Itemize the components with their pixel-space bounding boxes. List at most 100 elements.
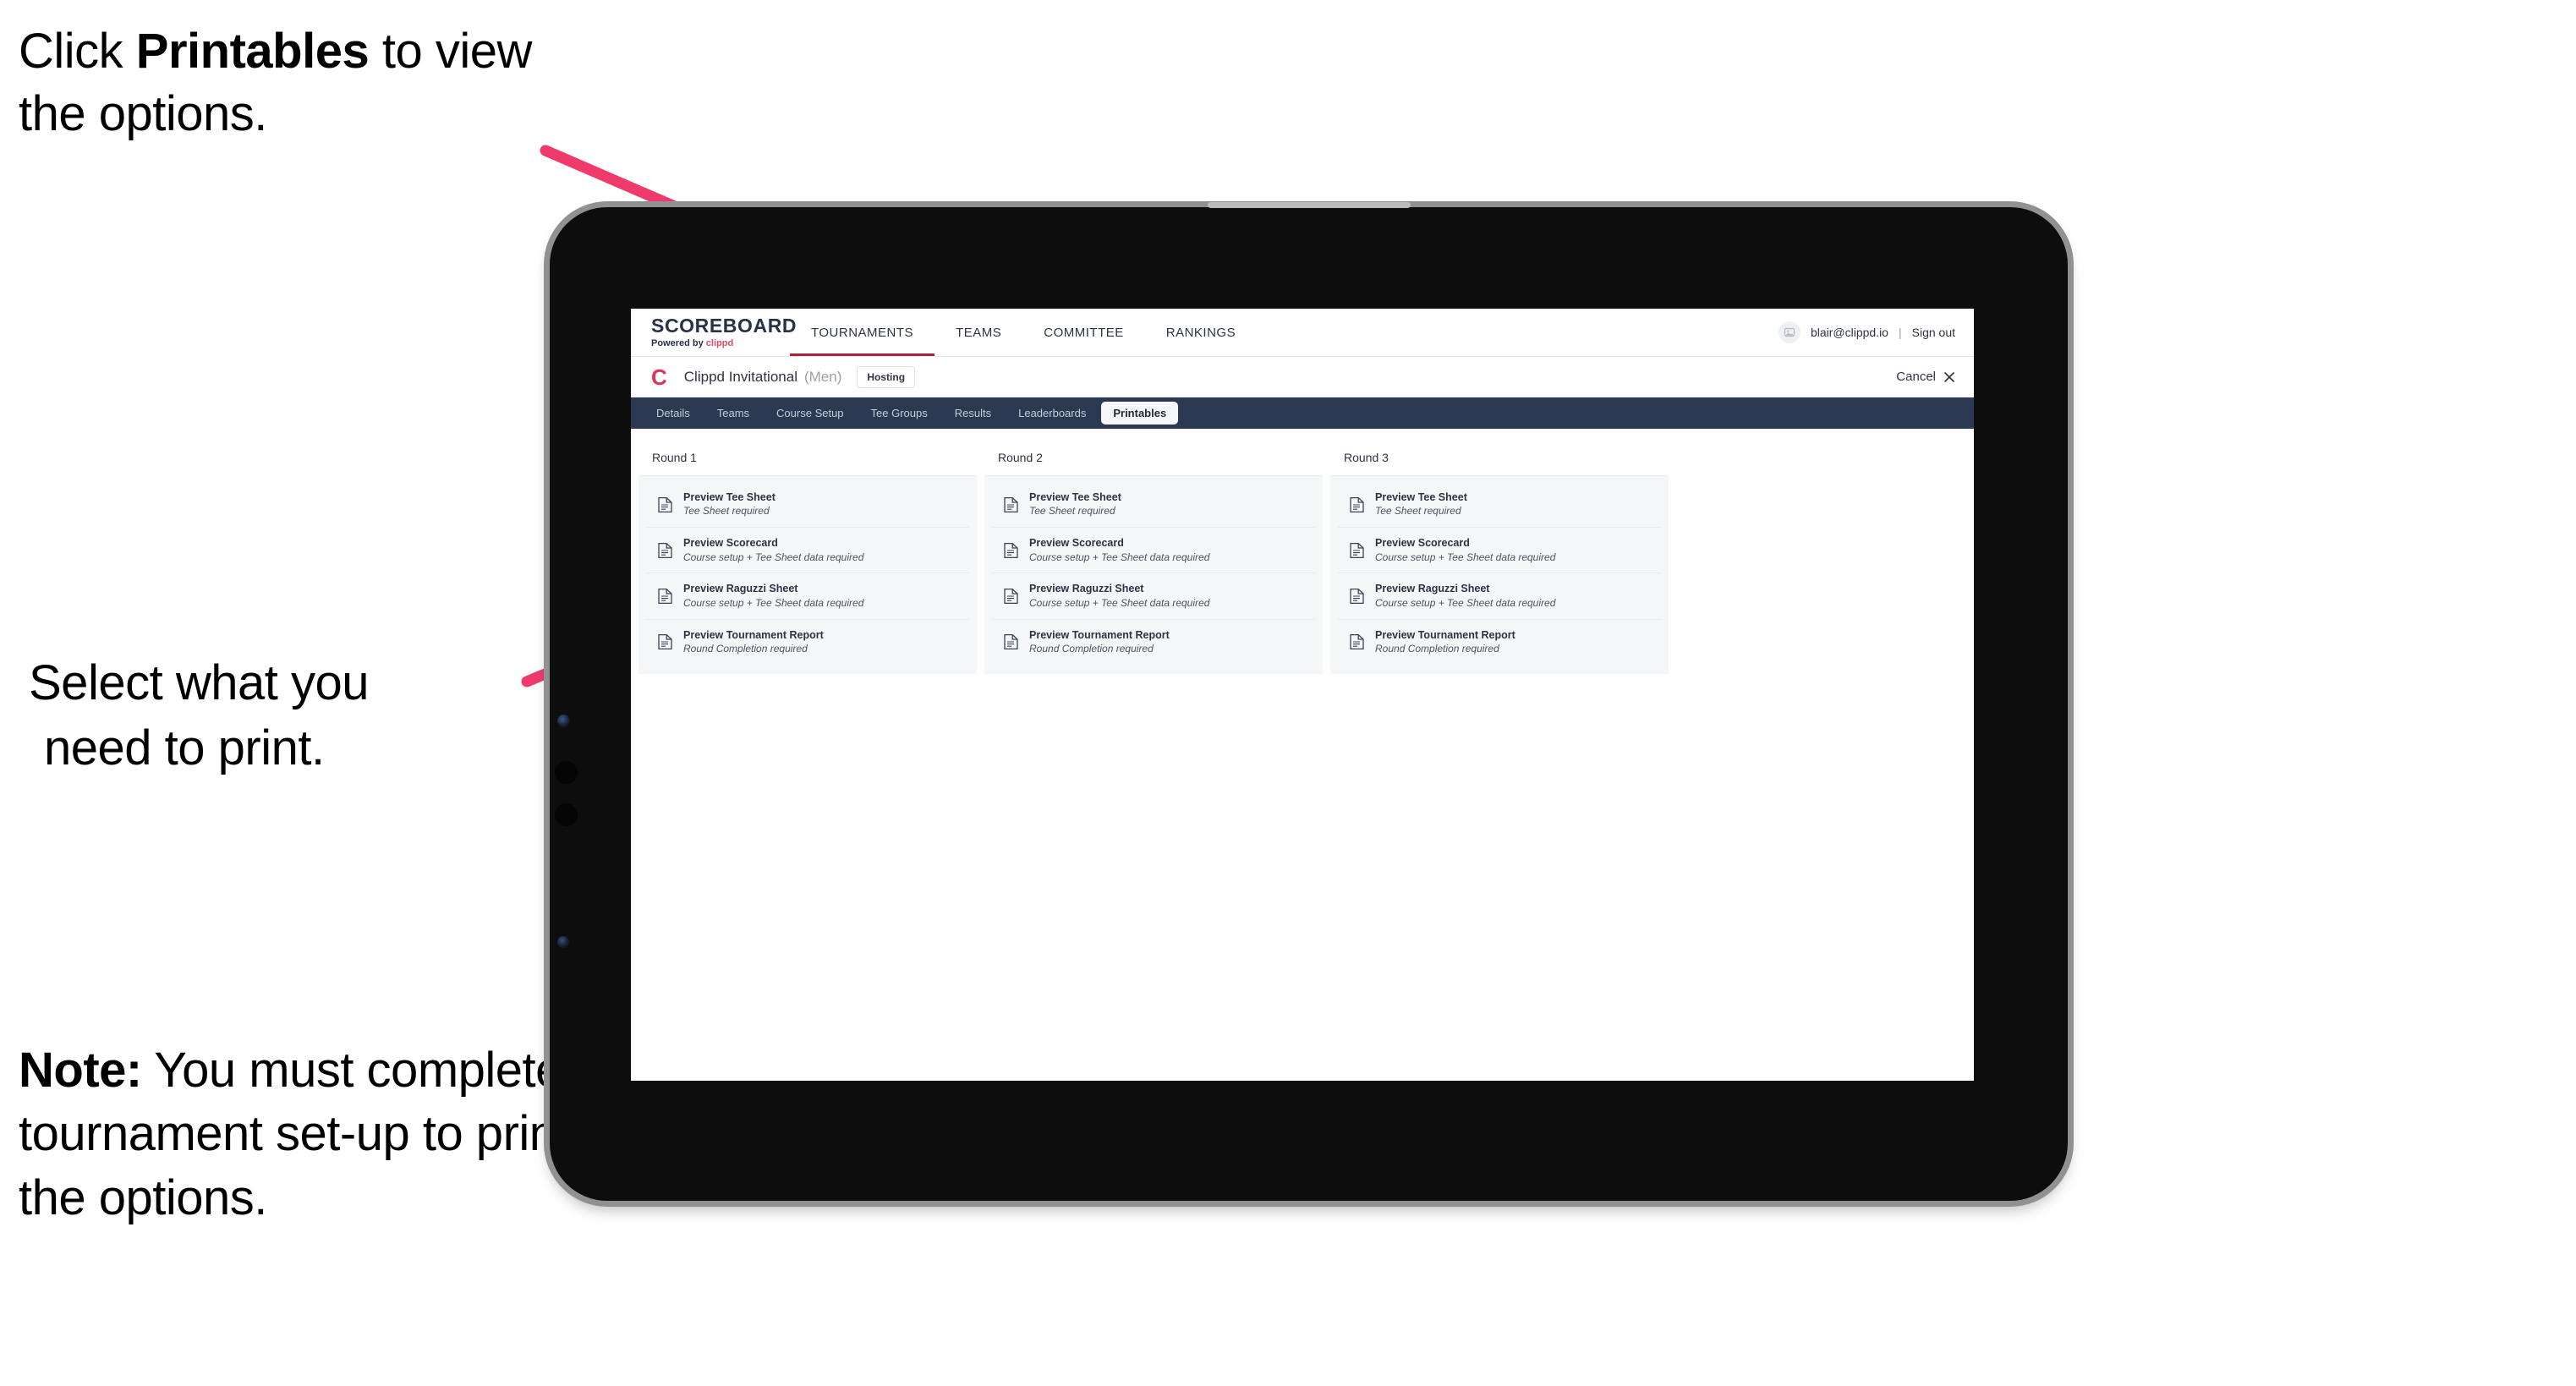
tab-results-label: Results — [954, 407, 992, 419]
scoreboard-logo[interactable]: SCOREBOARD Powered by clippd — [631, 309, 797, 356]
document-icon — [658, 588, 672, 605]
document-icon — [1350, 633, 1364, 650]
print-item-text: Preview Scorecard Course setup + Tee She… — [1375, 537, 1555, 563]
document-icon — [658, 542, 672, 559]
nav-item-committee-label: COMMITTEE — [1044, 325, 1124, 340]
print-item-title: Preview Tee Sheet — [683, 491, 776, 503]
nav-item-tournaments[interactable]: TOURNAMENTS — [790, 309, 935, 356]
print-item-text: Preview Tournament Report Round Completi… — [683, 629, 824, 655]
round-1-title: Round 1 — [639, 441, 977, 476]
round-2-items: Preview Tee Sheet Tee Sheet required Pre… — [984, 476, 1323, 674]
sign-out-link[interactable]: Sign out — [1912, 326, 1955, 339]
print-item-text: Preview Tournament Report Round Completi… — [1029, 629, 1170, 655]
print-item-scorecard[interactable]: Preview Scorecard Course setup + Tee She… — [992, 528, 1315, 574]
nav-item-tournaments-label: TOURNAMENTS — [811, 325, 914, 340]
callout-note-bold: Note: — [19, 1043, 142, 1098]
tab-results[interactable]: Results — [943, 402, 1003, 425]
print-item-requirement: Course setup + Tee Sheet data required — [1375, 551, 1556, 563]
document-icon — [1004, 633, 1018, 650]
tab-tee-groups[interactable]: Tee Groups — [859, 402, 940, 425]
print-item-title: Preview Tournament Report — [1029, 628, 1170, 641]
print-item-tee-sheet[interactable]: Preview Tee Sheet Tee Sheet required — [1338, 482, 1661, 529]
print-item-requirement: Round Completion required — [683, 642, 808, 655]
tablet-volume-down-button[interactable] — [555, 803, 578, 826]
tournament-gender: (Men) — [803, 368, 842, 385]
tab-course-setup[interactable]: Course Setup — [765, 402, 856, 425]
print-item-title: Preview Scorecard — [1375, 537, 1470, 550]
tab-teams[interactable]: Teams — [705, 402, 761, 425]
top-navigation-bar: SCOREBOARD Powered by clippd TOURNAMENTS… — [631, 309, 1974, 357]
print-item-requirement: Tee Sheet required — [1029, 505, 1115, 518]
document-icon — [1350, 588, 1364, 605]
print-item-requirement: Round Completion required — [1375, 642, 1499, 655]
account-separator: | — [1898, 326, 1902, 339]
document-icon — [1350, 542, 1364, 559]
user-avatar-icon[interactable] — [1778, 321, 1800, 343]
print-item-title: Preview Tournament Report — [1375, 628, 1515, 641]
tab-tee-groups-label: Tee Groups — [870, 407, 928, 419]
print-item-title: Preview Scorecard — [1029, 537, 1124, 550]
print-item-raguzzi-sheet[interactable]: Preview Raguzzi Sheet Course setup + Tee… — [992, 573, 1315, 620]
print-item-requirement: Course setup + Tee Sheet data required — [1375, 596, 1556, 609]
cancel-button-label: Cancel — [1896, 370, 1936, 384]
nav-item-rankings[interactable]: RANKINGS — [1145, 309, 1257, 356]
callout-top-bold: Printables — [135, 24, 370, 79]
primary-nav: TOURNAMENTS TEAMS COMMITTEE RANKINGS — [790, 309, 1257, 356]
tablet-sensor-icon — [557, 936, 569, 948]
document-icon — [658, 496, 672, 513]
close-icon — [1944, 371, 1954, 382]
print-item-text: Preview Scorecard Course setup + Tee She… — [1029, 537, 1209, 563]
cancel-button[interactable]: Cancel — [1896, 370, 1955, 384]
tablet-device-frame: SCOREBOARD Powered by clippd TOURNAMENTS… — [550, 202, 2068, 1201]
nav-item-committee[interactable]: COMMITTEE — [1022, 309, 1145, 356]
print-item-tee-sheet[interactable]: Preview Tee Sheet Tee Sheet required — [992, 482, 1315, 529]
callout-top-prefix: Click — [19, 24, 136, 79]
print-item-title: Preview Tournament Report — [683, 628, 824, 641]
callout-select-to-print: Select what you need to print. — [29, 651, 570, 781]
callout-click-printables: Click Printables to view the options. — [19, 20, 577, 145]
tab-teams-label: Teams — [716, 407, 750, 419]
print-item-scorecard[interactable]: Preview Scorecard Course setup + Tee She… — [646, 528, 969, 574]
logo-tagline: Powered by clippd — [651, 339, 765, 348]
nav-item-teams-label: TEAMS — [956, 325, 1002, 340]
tablet-volume-up-button[interactable] — [555, 761, 578, 784]
logo-wordmark: SCOREBOARD — [651, 315, 797, 337]
document-icon — [1004, 542, 1018, 559]
print-item-text: Preview Raguzzi Sheet Course setup + Tee… — [1029, 583, 1209, 609]
tablet-speaker — [1207, 202, 1411, 208]
round-column-1: Round 1 Preview Tee Sheet Tee Sheet requ… — [639, 441, 977, 674]
tablet-front-camera-icon — [557, 715, 570, 727]
tab-leaderboards[interactable]: Leaderboards — [1006, 402, 1098, 425]
print-item-title: Preview Scorecard — [683, 537, 778, 550]
hosting-status-badge[interactable]: Hosting — [857, 365, 916, 388]
round-1-items: Preview Tee Sheet Tee Sheet required Pre… — [639, 476, 977, 674]
document-icon — [1004, 588, 1018, 605]
print-item-title: Preview Tee Sheet — [1375, 491, 1467, 503]
nav-item-teams[interactable]: TEAMS — [934, 309, 1022, 356]
callout-mid-line1: Select what you — [29, 655, 369, 710]
account-area: blair@clippd.io | Sign out — [1778, 309, 1974, 356]
tab-details-label: Details — [656, 407, 690, 419]
round-2-title: Round 2 — [984, 441, 1323, 476]
print-item-raguzzi-sheet[interactable]: Preview Raguzzi Sheet Course setup + Tee… — [1338, 573, 1661, 620]
document-icon — [1350, 496, 1364, 513]
print-item-text: Preview Raguzzi Sheet Course setup + Tee… — [1375, 583, 1555, 609]
print-item-scorecard[interactable]: Preview Scorecard Course setup + Tee She… — [1338, 528, 1661, 574]
tournament-header: C Clippd Invitational (Men) Hosting Canc… — [631, 357, 1974, 397]
round-column-2: Round 2 Preview Tee Sheet Tee Sheet requ… — [984, 441, 1323, 674]
tab-printables-label: Printables — [1113, 407, 1167, 419]
print-item-tee-sheet[interactable]: Preview Tee Sheet Tee Sheet required — [646, 482, 969, 529]
tournament-name: Clippd Invitational — [683, 368, 797, 385]
tab-leaderboards-label: Leaderboards — [1018, 407, 1087, 419]
print-item-raguzzi-sheet[interactable]: Preview Raguzzi Sheet Course setup + Tee… — [646, 573, 969, 620]
print-item-tournament-report[interactable]: Preview Tournament Report Round Completi… — [992, 619, 1315, 665]
tournament-tab-strip: Details Teams Course Setup Tee Groups Re… — [631, 397, 1974, 429]
callout-mid-line2: need to print. — [44, 720, 325, 775]
print-item-tournament-report[interactable]: Preview Tournament Report Round Completi… — [646, 619, 969, 665]
clippd-mark-icon: C — [651, 364, 667, 390]
print-item-text: Preview Scorecard Course setup + Tee She… — [683, 537, 863, 563]
tab-details[interactable]: Details — [644, 402, 702, 425]
print-item-tournament-report[interactable]: Preview Tournament Report Round Completi… — [1338, 619, 1661, 665]
round-3-title: Round 3 — [1330, 441, 1669, 476]
tab-printables[interactable]: Printables — [1101, 402, 1179, 425]
